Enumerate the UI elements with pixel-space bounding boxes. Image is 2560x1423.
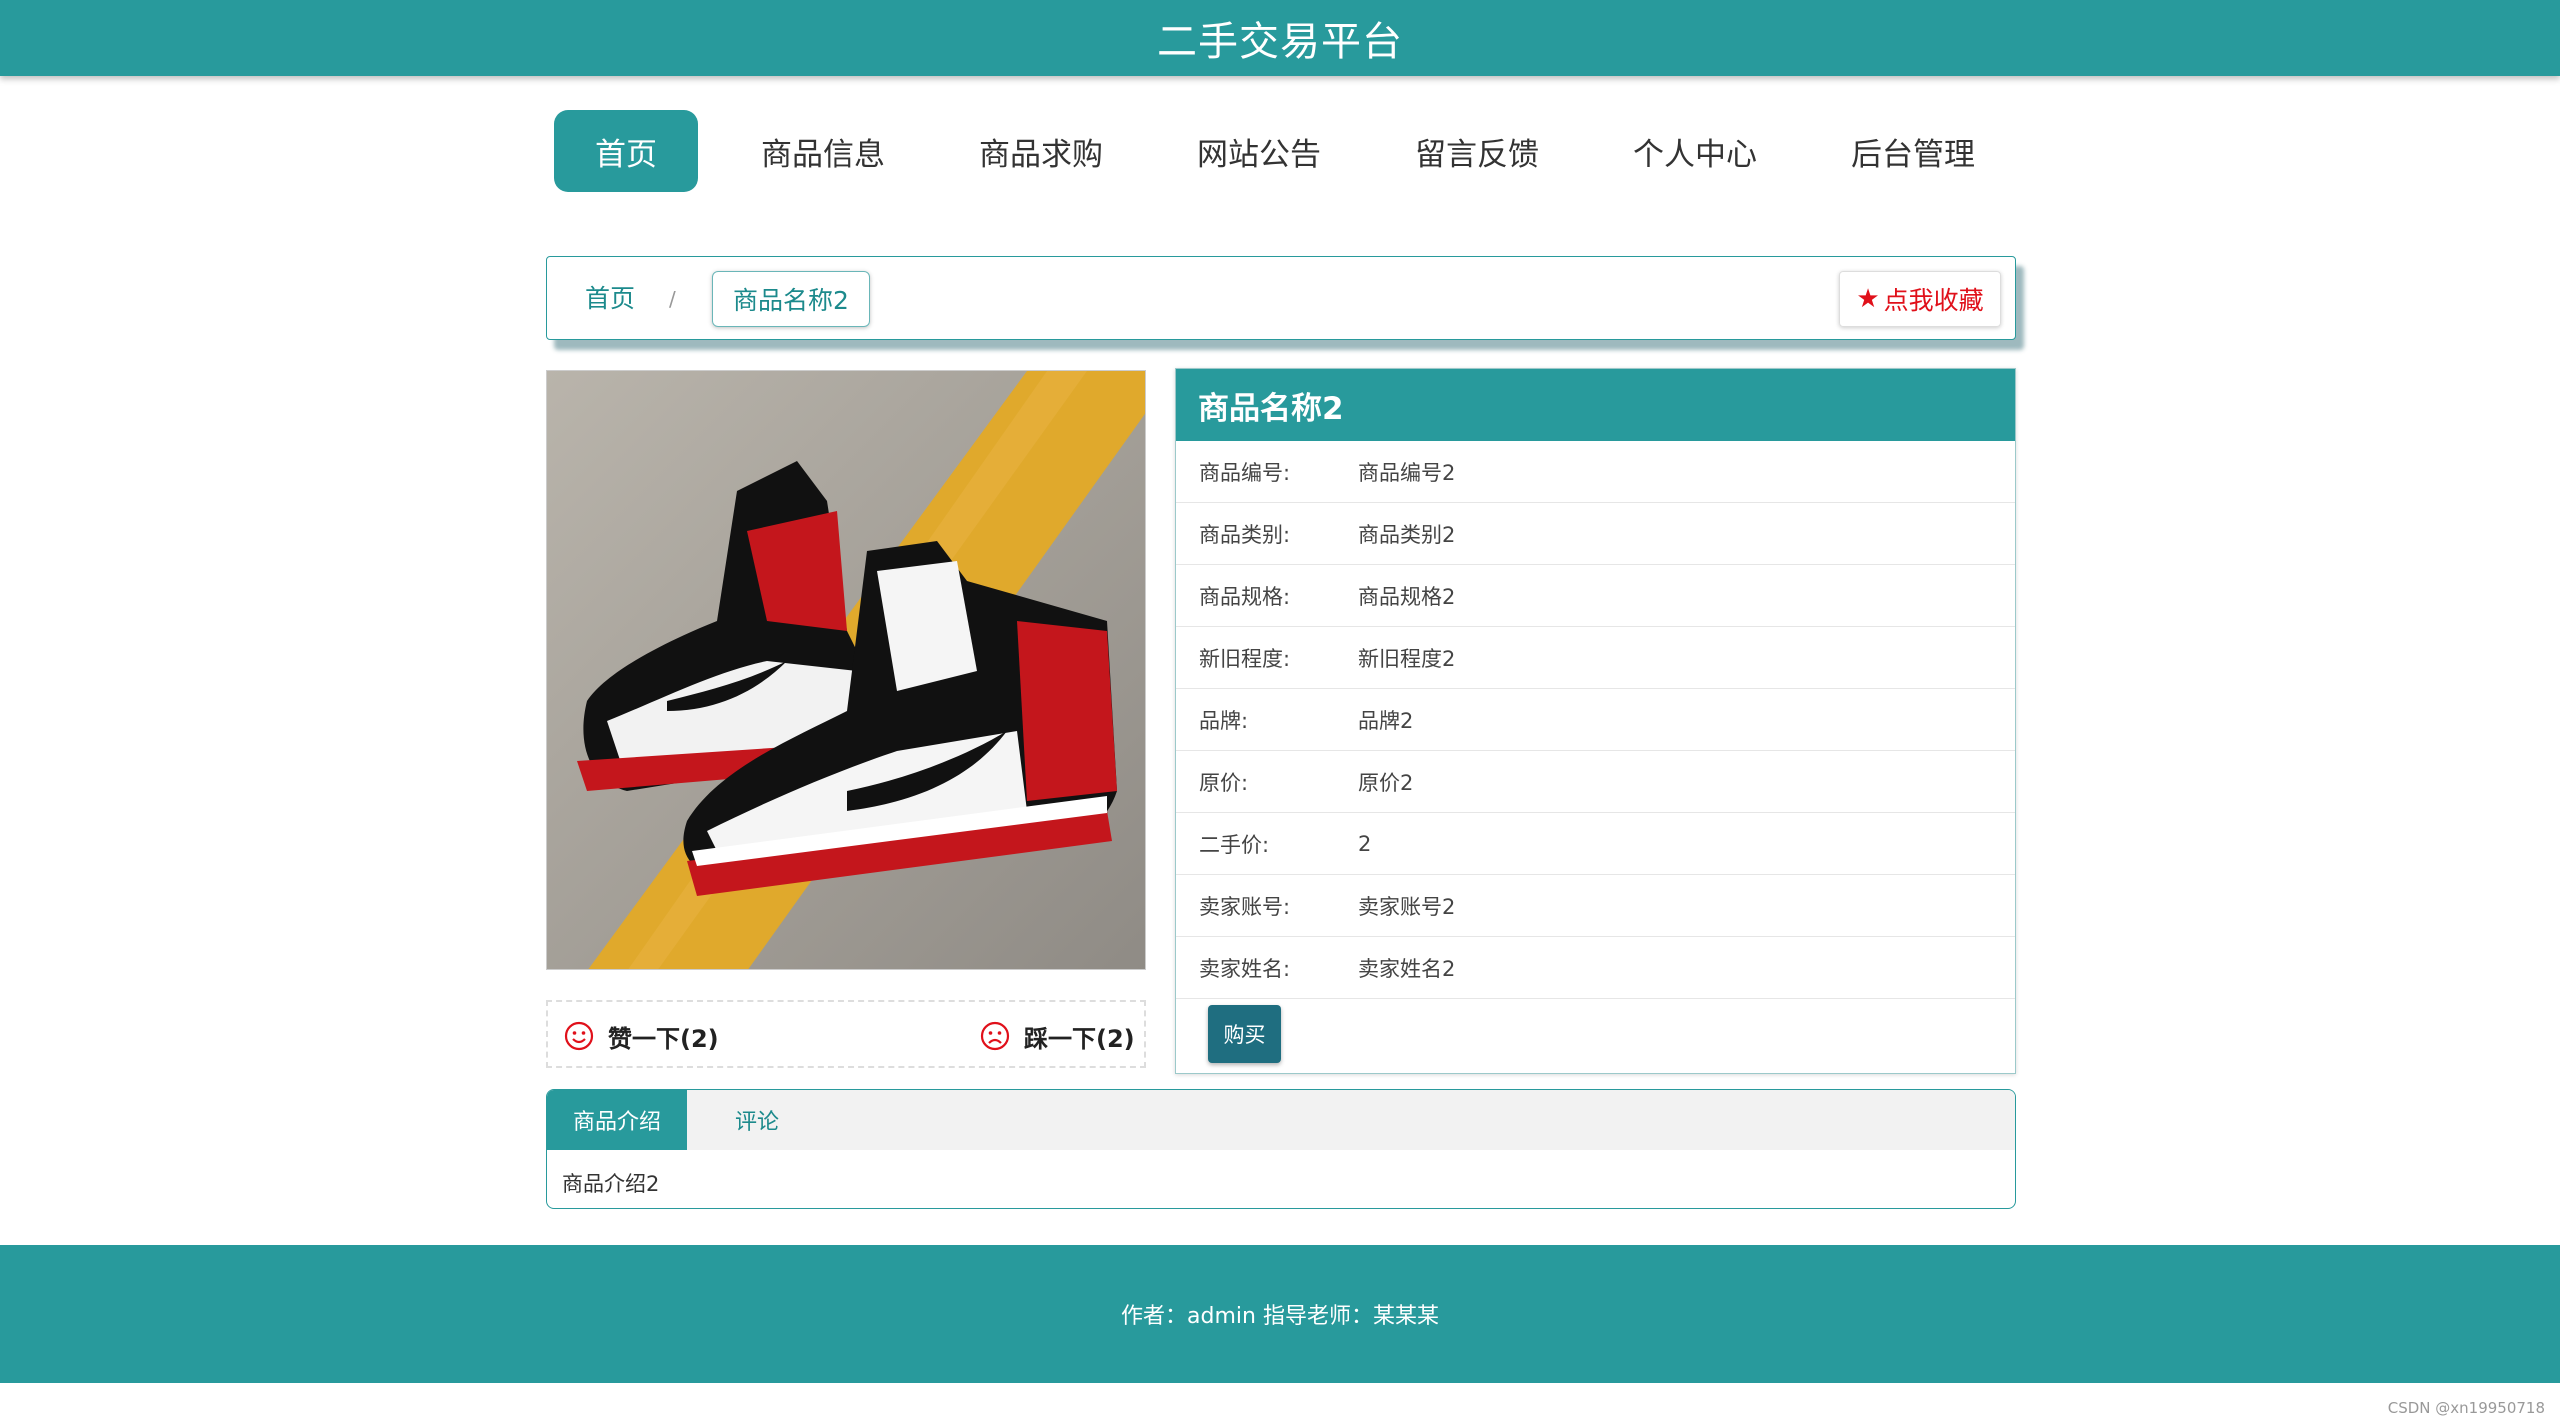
site-footer: 作者：admin 指导老师：某某某	[0, 1245, 2560, 1383]
favorite-label: 点我收藏	[1883, 286, 1984, 315]
breadcrumb-home-link[interactable]: 首页	[585, 257, 635, 341]
info-row-seller-name: 卖家姓名: 卖家姓名2	[1176, 937, 2015, 999]
smile-face-icon	[564, 1021, 594, 1051]
info-row-condition: 新旧程度: 新旧程度2	[1176, 627, 2015, 689]
info-label: 二手价:	[1199, 832, 1270, 857]
watermark: CSDN @xn19950718	[2387, 1399, 2545, 1417]
product-info-panel: 商品名称2 商品编号: 商品编号2 商品类别: 商品类别2 商品规格: 商品规格…	[1175, 368, 2016, 1074]
like-button[interactable]: 赞一下(2)	[564, 1002, 719, 1070]
info-row-product-id: 商品编号: 商品编号2	[1176, 441, 2015, 503]
info-label: 卖家账号:	[1199, 894, 1291, 919]
info-value: 原价2	[1358, 770, 1414, 795]
info-value: 新旧程度2	[1358, 646, 1456, 671]
breadcrumb-current: 商品名称2	[712, 271, 870, 327]
info-row-spec: 商品规格: 商品规格2	[1176, 565, 2015, 627]
info-value: 商品规格2	[1358, 584, 1456, 609]
info-value: 2	[1358, 831, 1372, 856]
breadcrumb-separator: /	[669, 287, 676, 311]
dislike-label: 踩一下(2)	[1024, 1024, 1135, 1053]
main-nav: 首页 商品信息 商品求购 网站公告 留言反馈 个人中心 后台管理	[0, 110, 2560, 192]
like-label: 赞一下(2)	[608, 1024, 719, 1053]
product-image	[546, 370, 1146, 970]
info-row-seller-account: 卖家账号: 卖家账号2	[1176, 875, 2015, 937]
sad-face-icon	[980, 1021, 1010, 1051]
footer-text: 作者：admin 指导老师：某某某	[1121, 1304, 1439, 1329]
info-row-brand: 品牌: 品牌2	[1176, 689, 2015, 751]
site-title: 二手交易平台	[1157, 19, 1403, 65]
info-value: 卖家账号2	[1358, 894, 1456, 919]
tabs-header: 商品介绍 评论	[547, 1090, 2015, 1150]
star-icon: ★	[1856, 284, 1880, 314]
product-name-heading: 商品名称2	[1176, 369, 2015, 441]
info-label: 商品类别:	[1199, 522, 1291, 547]
info-row-second-hand-price: 二手价: 2	[1176, 813, 2015, 875]
nav-item-feedback[interactable]: 留言反馈	[1384, 110, 1570, 192]
info-value: 卖家姓名2	[1358, 956, 1456, 981]
buy-button[interactable]: 购买	[1208, 1005, 1281, 1063]
info-value: 商品编号2	[1358, 460, 1456, 485]
info-label: 原价:	[1199, 770, 1249, 795]
nav-item-products[interactable]: 商品信息	[730, 110, 916, 192]
info-label: 卖家姓名:	[1199, 956, 1291, 981]
info-label: 新旧程度:	[1199, 646, 1291, 671]
detail-tabs: 商品介绍 评论 商品介绍2	[546, 1089, 2016, 1209]
info-label: 商品编号:	[1199, 460, 1291, 485]
favorite-button[interactable]: ★ 点我收藏	[1839, 271, 2001, 327]
site-header: 二手交易平台	[0, 0, 2560, 76]
breadcrumb: 首页 / 商品名称2 ★ 点我收藏	[546, 256, 2016, 340]
nav-item-announcements[interactable]: 网站公告	[1166, 110, 1352, 192]
info-label: 商品规格:	[1199, 584, 1291, 609]
tab-content: 商品介绍2	[562, 1172, 660, 1196]
tab-description[interactable]: 商品介绍	[547, 1090, 687, 1150]
nav-item-profile[interactable]: 个人中心	[1602, 110, 1788, 192]
nav-item-home[interactable]: 首页	[554, 110, 698, 192]
vote-bar: 赞一下(2) 踩一下(2)	[546, 1000, 1146, 1068]
tab-comments[interactable]: 评论	[687, 1090, 827, 1150]
info-value: 商品类别2	[1358, 522, 1456, 547]
info-value: 品牌2	[1358, 708, 1414, 733]
info-row-category: 商品类别: 商品类别2	[1176, 503, 2015, 565]
nav-item-wanted[interactable]: 商品求购	[948, 110, 1134, 192]
nav-item-admin[interactable]: 后台管理	[1820, 110, 2006, 192]
info-label: 品牌:	[1199, 708, 1249, 733]
dislike-button[interactable]: 踩一下(2)	[980, 1002, 1135, 1070]
info-row-original-price: 原价: 原价2	[1176, 751, 2015, 813]
